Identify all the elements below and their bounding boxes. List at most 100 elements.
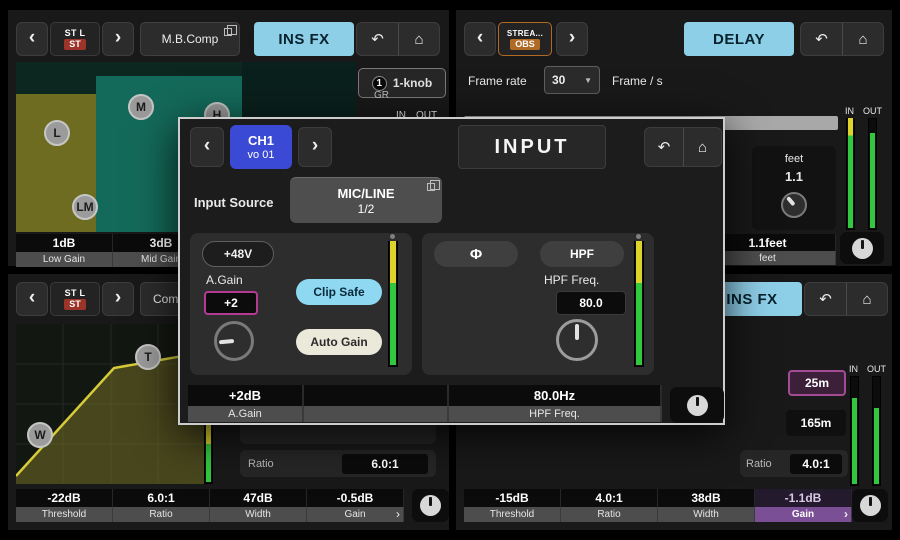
input-level-meter <box>388 241 398 367</box>
undo-button[interactable]: ↶ <box>801 23 842 55</box>
chevron-left-icon: ‹ <box>477 27 483 49</box>
home-icon: ⌂ <box>414 31 423 48</box>
copy-icon <box>427 183 435 191</box>
hpf-freq-knob[interactable] <box>556 319 598 361</box>
clip-safe-button[interactable]: Clip Safe <box>296 279 382 305</box>
param-label: Ratio <box>561 507 658 522</box>
back-button[interactable]: ‹ <box>464 22 496 56</box>
back-button[interactable]: ‹ <box>190 127 224 167</box>
input-source-line2: 1/2 <box>358 202 375 216</box>
screen-title[interactable]: INS FX <box>254 22 354 56</box>
meter-knob-button[interactable] <box>670 387 724 423</box>
release-value-box[interactable]: 165m <box>786 410 846 436</box>
param-label-hpf: HPF Freq. <box>449 406 662 422</box>
chevron-left-icon: ‹ <box>29 27 35 49</box>
nav-pair: ↶ ⌂ <box>800 22 884 56</box>
home-button[interactable]: ⌂ <box>683 128 721 166</box>
auto-gain-button[interactable]: Auto Gain <box>296 329 382 355</box>
param-cell-threshold[interactable]: -15dB Threshold <box>464 489 561 522</box>
screen-title[interactable]: DELAY <box>684 22 794 56</box>
forward-button[interactable]: › <box>298 127 332 167</box>
chevron-right-icon: › <box>115 27 121 49</box>
param-cell-ratio[interactable]: 4.0:1 Ratio <box>561 489 658 522</box>
channel-tab[interactable]: CH1 vo 01 <box>230 125 292 169</box>
nav-pair: ↶ ⌂ <box>644 127 722 167</box>
gr-meter-label: GR <box>374 90 389 101</box>
peak-led <box>636 234 641 239</box>
param-cell-threshold[interactable]: -22dB Threshold <box>16 489 113 522</box>
chevron-right-icon: › <box>115 287 121 309</box>
ratio-row[interactable]: Ratio 6.0:1 <box>240 450 436 477</box>
forward-button[interactable]: › <box>102 282 134 316</box>
threshold-handle[interactable]: T <box>135 344 161 370</box>
home-button[interactable]: ⌂ <box>398 23 439 55</box>
meter-knob-button[interactable] <box>840 232 884 264</box>
channel-sub: ST <box>64 39 86 50</box>
ratio-row[interactable]: Ratio 4.0:1 <box>740 450 848 477</box>
out-level-meter <box>868 118 877 230</box>
home-button[interactable]: ⌂ <box>842 23 883 55</box>
meter-knob-button[interactable] <box>412 489 449 522</box>
param-value-empty[interactable] <box>304 385 449 406</box>
param-label-empty <box>304 406 449 422</box>
chevron-right-icon: › <box>844 507 848 522</box>
band-handle-l[interactable]: L <box>44 120 70 146</box>
param-value: -1.1dB <box>755 489 852 507</box>
chevron-right-icon: › <box>569 27 575 49</box>
chevron-right-icon: › <box>396 507 400 522</box>
width-handle[interactable]: W <box>27 422 53 448</box>
hpf-button[interactable]: HPF <box>540 241 624 267</box>
ratio-label: Ratio <box>248 458 274 470</box>
dialog-title: INPUT <box>458 125 606 169</box>
param-value: 47dB <box>210 489 307 507</box>
ratio-value: 4.0:1 <box>790 454 842 474</box>
post-hpf-level-meter <box>634 241 644 367</box>
frame-unit-label: Frame / s <box>612 74 663 88</box>
undo-button[interactable]: ↶ <box>357 23 398 55</box>
param-cell-width[interactable]: 38dB Width <box>658 489 755 522</box>
back-button[interactable]: ‹ <box>16 22 48 56</box>
home-button[interactable]: ⌂ <box>846 283 887 315</box>
preset-button[interactable]: M.B.Comp <box>140 22 240 56</box>
frame-rate-select[interactable]: 30 ▼ <box>544 66 600 94</box>
input-source-button[interactable]: MIC/LINE 1/2 <box>290 177 442 223</box>
hpf-freq-value-box[interactable]: 80.0 <box>556 291 626 315</box>
channel-tab[interactable]: STREA... OBS <box>498 22 552 56</box>
param-cell-width[interactable]: 47dB Width <box>210 489 307 522</box>
frame-rate-value: 30 <box>552 73 565 87</box>
channel-name: vo 01 <box>248 149 275 161</box>
meter-knob-button[interactable] <box>852 489 888 522</box>
param-cell-gain[interactable]: -1.1dB Gain› <box>755 489 852 522</box>
param-cell-ratio[interactable]: 6.0:1 Ratio <box>113 489 210 522</box>
param-cell-low-gain[interactable]: 1dB Low Gain <box>16 234 113 267</box>
delay-knob[interactable] <box>781 192 807 218</box>
channel-tab[interactable]: ST L ST <box>50 22 100 56</box>
param-label: Gain› <box>307 507 404 522</box>
out-level-meter <box>872 376 881 486</box>
param-value-hpf[interactable]: 80.0Hz <box>449 385 662 406</box>
param-value: 6.0:1 <box>113 489 210 507</box>
band-handle-lm[interactable]: LM <box>72 194 98 220</box>
param-cell-gain[interactable]: -0.5dB Gain› <box>307 489 404 522</box>
phantom-48v-button[interactable]: +48V <box>202 241 274 267</box>
channel-tab[interactable]: ST L ST <box>50 282 100 316</box>
channel-sub: OBS <box>510 39 540 50</box>
phase-button[interactable]: Φ <box>434 241 518 267</box>
param-value-again[interactable]: +2dB <box>188 385 304 406</box>
chevron-down-icon: ▼ <box>584 76 592 85</box>
delay-value-box[interactable]: feet 1.1 <box>752 146 836 230</box>
attack-value-box[interactable]: 25m <box>788 370 846 396</box>
undo-button[interactable]: ↶ <box>645 128 683 166</box>
undo-button[interactable]: ↶ <box>805 283 846 315</box>
band-handle-m[interactable]: M <box>128 94 154 120</box>
one-knob-button[interactable]: 1 1-knob <box>358 68 446 98</box>
channel-name: ST L <box>65 288 86 298</box>
chevron-left-icon: ‹ <box>204 135 210 157</box>
forward-button[interactable]: › <box>556 22 588 56</box>
back-button[interactable]: ‹ <box>16 282 48 316</box>
param-value: 38dB <box>658 489 755 507</box>
ratio-value: 6.0:1 <box>342 454 428 474</box>
again-value-box[interactable]: +2 <box>204 291 258 315</box>
forward-button[interactable]: › <box>102 22 134 56</box>
again-knob[interactable] <box>214 321 254 361</box>
